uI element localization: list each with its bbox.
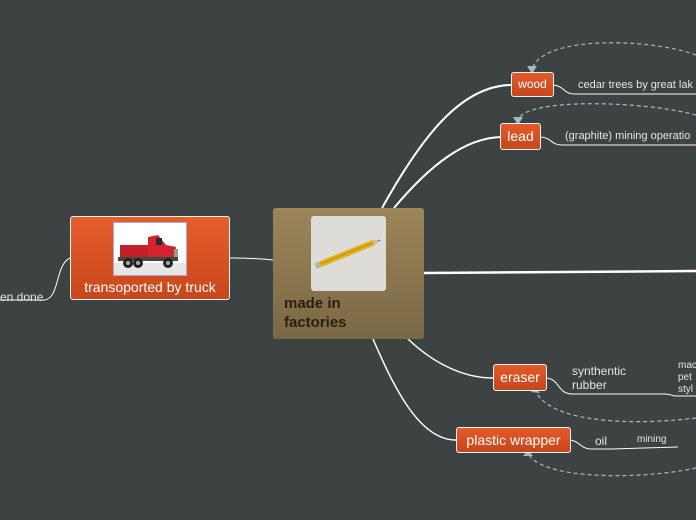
wood-detail: cedar trees by great lak <box>578 79 693 91</box>
truck-label: transoported by truck <box>84 279 216 295</box>
link-central-truck <box>229 257 274 261</box>
link-central-lead <box>393 136 502 209</box>
lead-label: lead <box>507 128 534 144</box>
wood-label: wood <box>518 77 547 91</box>
eraser-detail-line: rubber <box>572 378 607 392</box>
link-central-wood <box>381 84 513 209</box>
link-wrapper-sub <box>611 446 679 450</box>
lead-node[interactable]: lead <box>500 123 541 150</box>
eraser-detail-line: synthentic <box>572 364 627 378</box>
central-title: made in factories <box>284 295 347 331</box>
truck-icon <box>113 222 187 276</box>
dashed-link-lead <box>517 103 696 122</box>
dashed-link-wrapper <box>527 452 696 477</box>
link-central-wrapper <box>372 338 457 441</box>
pencil-icon <box>311 216 386 291</box>
dashed-link-eraser <box>534 389 696 423</box>
dashed-link-wood <box>531 42 696 71</box>
plastic-wrapper-label: plastic wrapper <box>466 432 561 448</box>
eraser-sub-line: pet <box>678 372 692 383</box>
link-central-right <box>423 269 696 275</box>
done-label: en done <box>0 290 44 304</box>
central-node[interactable]: made in factories <box>273 208 424 339</box>
eraser-sub-line: mac <box>678 360 696 371</box>
wrapper-detail: oil <box>595 434 608 448</box>
wood-node[interactable]: wood <box>511 72 554 97</box>
lead-detail: (graphite) mining operatio <box>565 130 691 142</box>
eraser-node[interactable]: eraser <box>493 364 547 391</box>
eraser-label: eraser <box>500 369 540 385</box>
wrapper-sub-detail: mining <box>637 434 667 445</box>
truck-node[interactable]: transoported by truck <box>70 216 230 300</box>
eraser-sub-detail: mac pet styl <box>678 360 696 396</box>
eraser-detail: synthentic rubber <box>572 364 626 392</box>
plastic-wrapper-node[interactable]: plastic wrapper <box>456 427 571 453</box>
link-central-eraser <box>407 338 494 379</box>
eraser-sub-line: styl <box>678 384 693 395</box>
